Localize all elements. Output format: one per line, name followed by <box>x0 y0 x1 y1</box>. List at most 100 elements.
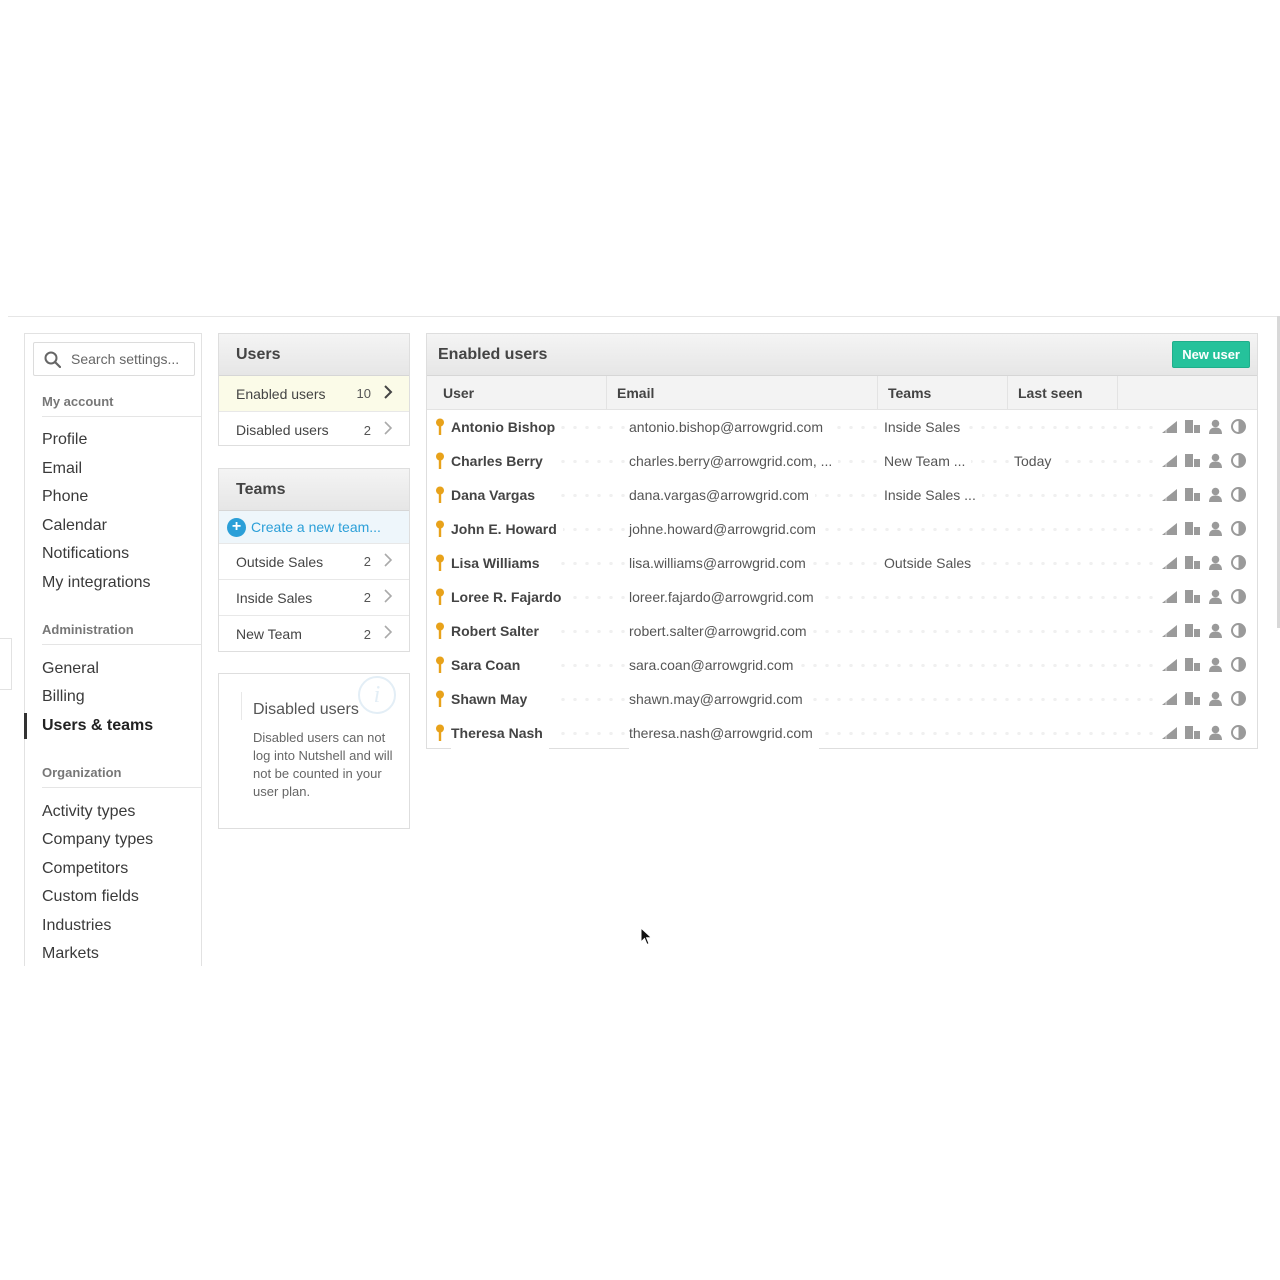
enabled-users-label: Enabled users <box>236 385 326 402</box>
user-name[interactable]: Robert Salter <box>451 614 545 648</box>
person-icon[interactable] <box>1207 555 1224 570</box>
user-name[interactable]: Sara Coan <box>451 648 527 682</box>
person-icon[interactable] <box>1207 589 1224 604</box>
person-icon[interactable] <box>1207 453 1224 468</box>
table-row[interactable]: Theresa Nash theresa.nash@arrowgrid.com <box>427 716 1257 750</box>
create-team-link[interactable]: + Create a new team... <box>219 511 409 544</box>
pie-icon[interactable] <box>1230 725 1247 740</box>
pie-icon[interactable] <box>1230 453 1247 468</box>
chart-icon[interactable] <box>1161 419 1178 434</box>
user-email: charles.berry@arrowgrid.com, ... <box>629 444 839 478</box>
pie-icon[interactable] <box>1230 419 1247 434</box>
person-icon[interactable] <box>1207 487 1224 502</box>
search-input[interactable] <box>71 351 189 367</box>
team-count: 2 <box>363 554 371 569</box>
building-icon[interactable] <box>1184 623 1201 638</box>
building-icon[interactable] <box>1184 555 1201 570</box>
building-icon[interactable] <box>1184 453 1201 468</box>
user-email: johne.howard@arrowgrid.com <box>629 512 822 546</box>
sidebar-item-competitors[interactable]: Competitors <box>42 860 128 878</box>
team-item-new-team[interactable]: New Team 2 <box>219 616 409 652</box>
person-icon[interactable] <box>1207 521 1224 536</box>
table-row[interactable]: Dana Vargas dana.vargas@arrowgrid.com Insi… <box>427 478 1257 512</box>
pie-icon[interactable] <box>1230 691 1247 706</box>
person-icon[interactable] <box>1207 691 1224 706</box>
sidebar-item-custom-fields[interactable]: Custom fields <box>42 888 139 906</box>
user-last-seen <box>1014 648 1020 682</box>
building-icon[interactable] <box>1184 521 1201 536</box>
enabled-users-item[interactable]: Enabled users 10 <box>219 376 409 412</box>
user-name[interactable]: Charles Berry <box>451 444 549 478</box>
sidebar-item-calendar[interactable]: Calendar <box>42 517 107 535</box>
sidebar-item-profile[interactable]: Profile <box>42 431 87 449</box>
building-icon[interactable] <box>1184 691 1201 706</box>
table-header: User Email Teams Last seen <box>427 376 1257 410</box>
chart-icon[interactable] <box>1161 555 1178 570</box>
chart-icon[interactable] <box>1161 589 1178 604</box>
chart-icon[interactable] <box>1161 453 1178 468</box>
collapsed-panel-tab[interactable] <box>0 638 12 690</box>
pie-icon[interactable] <box>1230 555 1247 570</box>
user-name[interactable]: John E. Howard <box>451 512 563 546</box>
building-icon[interactable] <box>1184 487 1201 502</box>
table-row[interactable]: Antonio Bishop antonio.bishop@arrowgrid.c… <box>427 410 1257 444</box>
column-header-teams[interactable]: Teams <box>878 376 1008 410</box>
new-user-button[interactable]: New user <box>1172 341 1250 368</box>
search-box[interactable] <box>33 342 195 376</box>
chart-icon[interactable] <box>1161 691 1178 706</box>
sidebar-item-users-teams[interactable]: Users & teams <box>42 717 153 735</box>
sidebar-item-company-types[interactable]: Company types <box>42 831 153 849</box>
pie-icon[interactable] <box>1230 521 1247 536</box>
table-row[interactable]: Sara Coan sara.coan@arrowgrid.com <box>427 648 1257 682</box>
user-name[interactable]: Antonio Bishop <box>451 410 562 444</box>
table-row[interactable]: Shawn May shawn.may@arrowgrid.com <box>427 682 1257 716</box>
person-icon[interactable] <box>1207 419 1224 434</box>
pie-icon[interactable] <box>1230 623 1247 638</box>
chart-icon[interactable] <box>1161 487 1178 502</box>
person-icon[interactable] <box>1207 657 1224 672</box>
sidebar-item-billing[interactable]: Billing <box>42 688 85 706</box>
user-name[interactable]: Dana Vargas <box>451 478 542 512</box>
user-teams: Inside Sales ... <box>884 478 982 512</box>
chart-icon[interactable] <box>1161 623 1178 638</box>
chart-icon[interactable] <box>1161 657 1178 672</box>
table-row[interactable]: Lisa Williams lisa.williams@arrowgrid.com… <box>427 546 1257 580</box>
sidebar-item-activity-types[interactable]: Activity types <box>42 803 135 821</box>
user-name[interactable]: Shawn May <box>451 682 534 716</box>
column-header-last-seen[interactable]: Last seen <box>1008 376 1118 410</box>
pie-icon[interactable] <box>1230 589 1247 604</box>
sidebar-item-industries[interactable]: Industries <box>42 917 111 935</box>
person-icon[interactable] <box>1207 623 1224 638</box>
building-icon[interactable] <box>1184 725 1201 740</box>
building-icon[interactable] <box>1184 589 1201 604</box>
building-icon[interactable] <box>1184 419 1201 434</box>
building-icon[interactable] <box>1184 657 1201 672</box>
pie-icon[interactable] <box>1230 487 1247 502</box>
table-row[interactable]: Charles Berry charles.berry@arrowgrid.com… <box>427 444 1257 478</box>
sidebar-item-markets[interactable]: Markets <box>42 945 99 963</box>
table-row[interactable]: Loree R. Fajardo loreer.fajardo@arrowgrid… <box>427 580 1257 614</box>
sidebar-item-phone[interactable]: Phone <box>42 488 88 506</box>
pie-icon[interactable] <box>1230 657 1247 672</box>
table-row[interactable]: John E. Howard johne.howard@arrowgrid.com <box>427 512 1257 546</box>
sidebar-item-email[interactable]: Email <box>42 460 82 478</box>
user-email: dana.vargas@arrowgrid.com <box>629 478 815 512</box>
team-item-outside-sales[interactable]: Outside Sales 2 <box>219 544 409 580</box>
disabled-users-label: Disabled users <box>236 422 329 438</box>
table-row[interactable]: Robert Salter robert.salter@arrowgrid.com <box>427 614 1257 648</box>
sidebar-item-notifications[interactable]: Notifications <box>42 545 129 563</box>
column-header-email[interactable]: Email <box>607 376 878 410</box>
sidebar-item-general[interactable]: General <box>42 660 99 678</box>
column-header-user[interactable]: User <box>433 376 607 410</box>
team-item-inside-sales[interactable]: Inside Sales 2 <box>219 580 409 616</box>
user-name[interactable]: Loree R. Fajardo <box>451 580 568 614</box>
person-icon[interactable] <box>1207 725 1224 740</box>
key-icon <box>435 580 451 614</box>
chart-icon[interactable] <box>1161 521 1178 536</box>
disabled-users-item[interactable]: Disabled users 2 <box>219 412 409 448</box>
user-name[interactable]: Lisa Williams <box>451 546 546 580</box>
user-name[interactable]: Theresa Nash <box>451 716 549 750</box>
sidebar-item-my-integrations[interactable]: My integrations <box>42 574 151 592</box>
chart-icon[interactable] <box>1161 725 1178 740</box>
user-email: robert.salter@arrowgrid.com <box>629 614 813 648</box>
